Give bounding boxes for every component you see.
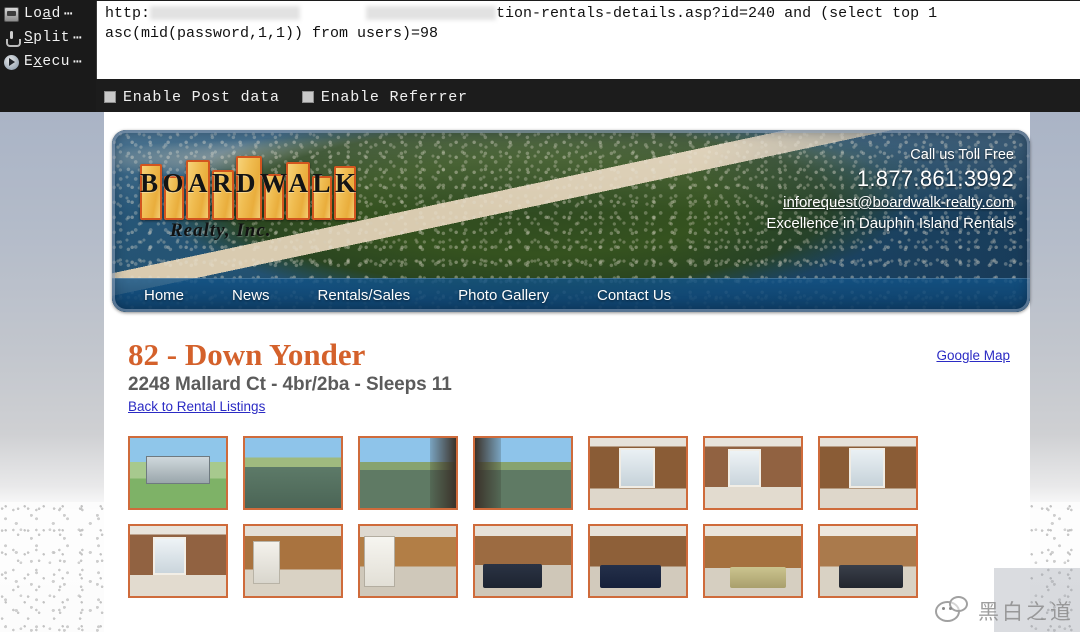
tool-button-sidebar: Load ⋯ Split ⋯ Execu ⋯ — [0, 0, 96, 112]
main-navigation: Home News Rentals/Sales Photo Gallery Co… — [112, 278, 1030, 312]
thumbnail-image-living-room-2 — [705, 438, 801, 508]
enable-post-data-label[interactable]: Enable Post data — [123, 89, 280, 106]
logo-subwordmark: Realty, Inc. — [170, 220, 272, 241]
load-button[interactable]: Load ⋯ — [0, 2, 96, 26]
photo-thumbnail[interactable] — [588, 524, 688, 598]
photo-thumbnail[interactable] — [818, 436, 918, 510]
photo-thumbnail[interactable] — [128, 524, 228, 598]
photo-thumbnail[interactable] — [128, 436, 228, 510]
load-button-ellipsis: ⋯ — [63, 6, 73, 23]
split-button[interactable]: Split ⋯ — [0, 26, 96, 50]
thumbnail-image-living-room-1 — [590, 438, 686, 508]
photo-thumbnail[interactable] — [703, 524, 803, 598]
enable-referrer-checkbox[interactable] — [301, 91, 314, 103]
boardwalk-realty-logo[interactable]: BOARDWALK Realty, Inc. — [140, 148, 360, 241]
tool-options-row: Enable Post data Enable Referrer — [96, 84, 490, 110]
photo-thumbnail[interactable] — [358, 436, 458, 510]
thumbnail-image-canal-view-houses — [245, 438, 341, 508]
site-tagline: Excellence in Dauphin Island Rentals — [766, 215, 1014, 232]
nav-item-contact-us[interactable]: Contact Us — [597, 287, 671, 304]
photo-thumbnail[interactable] — [243, 436, 343, 510]
thumbnail-image-canal-from-deck — [360, 438, 456, 508]
thumbnail-image-canal-from-deck-2 — [475, 438, 571, 508]
nav-item-rentals-sales[interactable]: Rentals/Sales — [318, 287, 411, 304]
nav-item-photo-gallery[interactable]: Photo Gallery — [458, 287, 549, 304]
rental-listing-detail: Google Map 82 - Down Yonder 2248 Mallard… — [104, 312, 1030, 598]
thumbnail-image-exterior-stilt-house — [130, 438, 226, 508]
url-redacted-host — [150, 6, 301, 21]
toll-free-label: Call us Toll Free — [910, 147, 1014, 163]
logo-wordmark: BOARDWALK — [140, 168, 361, 198]
logo-planks: BOARDWALK — [140, 148, 356, 220]
banner-contact-block: Call us Toll Free 1.877.861.3992 inforeq… — [766, 146, 1014, 235]
photo-thumbnail[interactable] — [473, 436, 573, 510]
play-icon — [4, 54, 19, 70]
thumbnail-image-kitchen-appliances — [360, 526, 456, 596]
back-to-rental-listings-link[interactable]: Back to Rental Listings — [128, 399, 265, 414]
thumbnail-image-living-room-3 — [820, 438, 916, 508]
email-link[interactable]: inforequest@boardwalk-realty.com — [766, 192, 1014, 213]
url-input-field[interactable]: http: tion-rentals-details.asp?id=240 and… — [96, 1, 1080, 79]
site-content-column: BOARDWALK Realty, Inc. Call us Toll Free… — [104, 112, 1030, 632]
folder-open-icon — [4, 6, 19, 22]
sql-injection-tool-window: Load ⋯ Split ⋯ Execu ⋯ http: tion-rentals… — [0, 0, 1080, 112]
url-line-1: http: tion-rentals-details.asp?id=240 and… — [105, 4, 1078, 24]
google-map-link[interactable]: Google Map — [936, 348, 1010, 363]
thumbnail-image-bedroom-1 — [475, 526, 571, 596]
site-banner: BOARDWALK Realty, Inc. Call us Toll Free… — [112, 130, 1030, 312]
browser-viewport: BOARDWALK Realty, Inc. Call us Toll Free… — [0, 112, 1080, 632]
photo-thumbnail[interactable] — [243, 524, 343, 598]
enable-post-data-checkbox[interactable] — [104, 91, 116, 103]
url-scheme: http: — [105, 5, 151, 22]
split-button-label: Split — [24, 30, 71, 46]
photo-thumbnail[interactable] — [818, 524, 918, 598]
photo-thumbnail[interactable] — [588, 436, 688, 510]
enable-referrer-label[interactable]: Enable Referrer — [321, 89, 468, 106]
thumbnail-image-bedroom-4 — [820, 526, 916, 596]
listing-subtitle: 2248 Mallard Ct - 4br/2ba - Sleeps 11 — [128, 374, 452, 395]
thumbnail-image-bedroom-3 — [705, 526, 801, 596]
split-button-ellipsis: ⋯ — [73, 30, 82, 47]
url-redacted-path — [366, 6, 497, 21]
execute-button-label: Execu — [24, 54, 71, 70]
thumbnail-image-living-room-4 — [130, 526, 226, 596]
photo-thumbnail[interactable] — [473, 524, 573, 598]
photo-thumbnail[interactable] — [703, 436, 803, 510]
photo-thumbnail-grid — [128, 436, 948, 598]
thumbnail-image-kitchen-bar — [245, 526, 341, 596]
page-title: 82 - Down Yonder — [128, 337, 366, 372]
thumbnail-image-bedroom-2 — [590, 526, 686, 596]
split-icon — [4, 30, 21, 47]
url-line-2: asc(mid(password,1,1)) from users)=98 — [105, 25, 439, 42]
url-tail: tion-rentals-details.asp?id=240 and (sel… — [496, 5, 938, 22]
load-button-label: Load — [24, 6, 61, 22]
execute-button[interactable]: Execu ⋯ — [0, 50, 96, 74]
nav-item-news[interactable]: News — [232, 287, 270, 304]
nav-item-home[interactable]: Home — [144, 287, 184, 304]
phone-number: 1.877.861.3992 — [856, 166, 1014, 191]
photo-thumbnail[interactable] — [358, 524, 458, 598]
execute-button-ellipsis: ⋯ — [73, 54, 82, 71]
